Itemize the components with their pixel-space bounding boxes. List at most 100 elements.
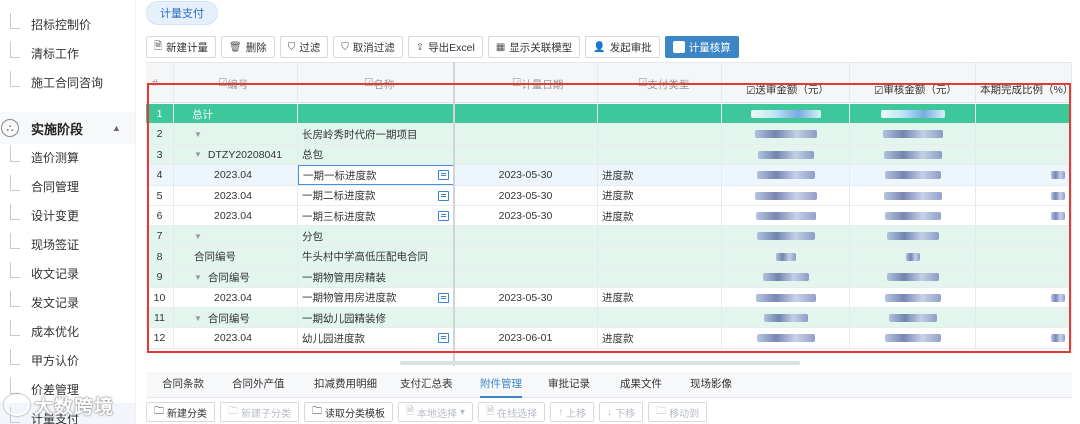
start-approval-button[interactable]: 👤 发起审批 [585,36,660,58]
cell-audit[interactable] [850,226,976,247]
cell-seq[interactable]: 4 [146,165,174,186]
cell-date[interactable]: 2023-05-30 [454,206,598,226]
cell-audit[interactable] [850,246,976,267]
cell-type[interactable] [598,246,722,267]
sidebar-item-contract-mgmt[interactable]: 合同管理 [0,171,135,201]
cell-type[interactable] [598,144,722,165]
header-name[interactable]: ☑ 名称 [298,63,454,103]
cell-type[interactable]: 进度款 [598,165,722,186]
sidebar-item-bid-control[interactable]: 招标控制价 [0,9,135,39]
cell-type[interactable]: 进度款 [598,185,722,206]
cell-name[interactable]: 一期物管用房进度款 [298,287,454,308]
tab-extra-output[interactable]: 合同外产值 [232,376,285,391]
cell-name[interactable]: 一期一标进度款 [298,165,454,186]
header-send-amount[interactable]: ☑ 送审金额（元） [722,63,850,103]
new-category-button[interactable]: 🗀 新建分类 [146,402,215,422]
cell-send[interactable] [722,226,850,247]
cell-ratio[interactable] [976,185,1072,206]
cell-send[interactable] [722,308,850,328]
header-code[interactable]: ☑ 编号 [174,63,298,103]
open-detail-icon[interactable] [438,333,449,344]
horizontal-scrollbar[interactable] [400,361,800,365]
sidebar-item-bid-clearing[interactable]: 清标工作 [0,38,135,68]
cell-send[interactable] [722,246,850,267]
new-subcategory-button[interactable]: 🗀 新建子分类 [220,402,299,422]
sidebar-item-site-visa[interactable]: 现场签证 [0,229,135,259]
cell-send[interactable] [722,206,850,226]
expand-caret-icon[interactable]: ▼ [194,232,202,241]
cell-name[interactable]: 幼儿园进度款 [298,328,454,349]
table-row[interactable]: 12 2023.04 幼儿园进度款 2023-06-01 进度款 [146,328,1072,349]
move-up-button[interactable]: ↑ 上移 [550,402,595,422]
cell-send[interactable] [722,124,850,145]
new-measure-button[interactable]: 🗎 新建计量 [146,36,217,58]
tab-approval-records[interactable]: 审批记录 [548,376,590,391]
table-row[interactable]: 3 ▼ DTZY20208041 总包 [146,144,1072,166]
cell-name[interactable]: 一期幼儿园精装修 [298,308,454,328]
tab-deduction-detail[interactable]: 扣减费用明细 [314,376,377,391]
cell-type[interactable] [598,226,722,247]
cell-date[interactable] [454,104,598,124]
table-row[interactable]: 10 2023.04 一期物管用房进度款 2023-05-30 进度款 [146,287,1072,308]
tab-payment-summary[interactable]: 支付汇总表 [400,376,453,391]
sidebar-item-cost-optimize[interactable]: 成本优化 [0,316,135,346]
cell-send[interactable] [722,185,850,206]
table-row[interactable]: 4 2023.04 一期一标进度款 2023-05-30 进度款 [146,165,1072,186]
cell-code[interactable]: ▼ [174,226,298,247]
cell-name[interactable] [298,104,454,124]
sidebar-item-outgoing-docs[interactable]: 发文记录 [0,287,135,317]
cell-ratio[interactable] [976,267,1072,288]
cell-name[interactable]: 分包 [298,226,454,247]
cell-audit[interactable] [850,206,976,226]
cell-seq[interactable]: 1 [146,104,174,124]
tab-measure-pay[interactable]: 计量支付 [146,1,218,25]
cell-seq[interactable]: 8 [146,246,174,267]
cell-type[interactable]: 进度款 [598,287,722,308]
local-select-button[interactable]: 🗎 本地选择 ▾ [398,402,474,422]
cell-seq[interactable]: 3 [146,144,174,165]
cell-seq[interactable]: 6 [146,206,174,226]
cell-seq[interactable]: 5 [146,185,174,206]
cell-send[interactable] [722,144,850,165]
cell-date[interactable] [454,124,598,145]
cell-code[interactable]: 2023.04 [174,328,298,349]
open-detail-icon[interactable] [438,292,449,303]
cell-ratio[interactable] [976,124,1072,145]
cell-code[interactable]: 2023.04 [174,165,298,186]
cell-date[interactable]: 2023-05-30 [454,287,598,308]
header-type[interactable]: ☑ 支付类型 [598,63,722,103]
tab-contract-terms[interactable]: 合同条款 [162,376,204,391]
cell-date[interactable]: 2023-05-30 [454,165,598,186]
cell-send[interactable] [722,165,850,186]
cell-type[interactable] [598,124,722,145]
cell-name[interactable]: 总包 [298,144,454,165]
table-row[interactable]: 2 ▼ 长房岭秀时代府一期项目 [146,124,1072,145]
cell-audit[interactable] [850,287,976,308]
cell-ratio[interactable] [976,104,1072,124]
total-row[interactable]: 1 总计 [146,104,1072,125]
cell-name[interactable]: 牛头村中学高低压配电合同 [298,246,454,267]
expand-caret-icon[interactable]: ▼ [194,273,202,282]
cell-date[interactable] [454,144,598,165]
cell-type[interactable]: 进度款 [598,206,722,226]
table-row[interactable]: 5 2023.04 一期二标进度款 2023-05-30 进度款 [146,185,1072,206]
open-detail-icon[interactable] [438,211,449,221]
cell-send[interactable] [722,104,850,124]
cell-ratio[interactable] [976,144,1072,165]
measure-calc-button[interactable]: 计量核算 [664,36,739,58]
cell-seq[interactable]: 9 [146,267,174,288]
expand-caret-icon[interactable]: ▼ [194,314,202,323]
cell-ratio[interactable] [976,287,1072,308]
cell-ratio[interactable] [976,226,1072,247]
cell-date[interactable] [454,308,598,328]
cell-type[interactable] [598,308,722,328]
cell-code[interactable]: 2023.04 [174,206,298,226]
cell-name[interactable]: 一期物管用房精装 [298,267,454,288]
tab-attachments[interactable]: 附件管理 [480,376,522,398]
sidebar-item-design-change[interactable]: 设计变更 [0,200,135,230]
cell-date[interactable]: 2023-06-01 [454,328,598,349]
cell-name[interactable]: 一期二标进度款 [298,185,454,206]
table-row[interactable]: 11 ▼ 合同编号 一期幼儿园精装修 [146,308,1072,329]
cell-code[interactable]: ▼ 合同编号 [174,267,298,288]
cell-ratio[interactable] [976,165,1072,186]
